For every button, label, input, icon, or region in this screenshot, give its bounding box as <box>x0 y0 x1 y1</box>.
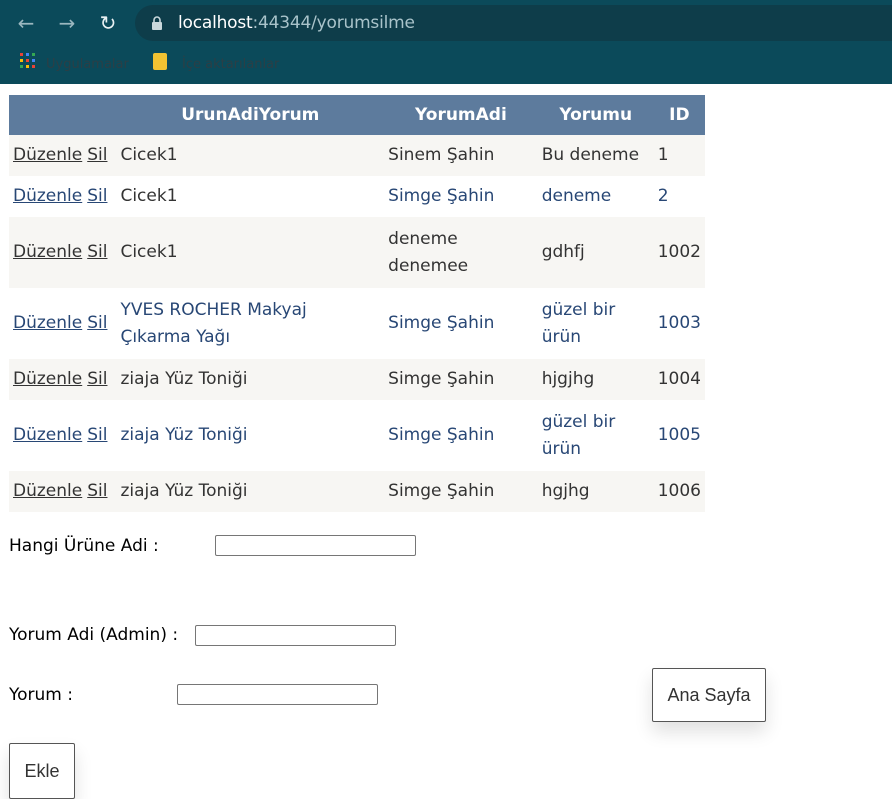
yorum-adi-input[interactable] <box>195 625 396 646</box>
edit-link[interactable]: Düzenle <box>13 481 82 501</box>
yorum-label: Yorum : <box>9 685 73 705</box>
url-path: :44344/yorumsilme <box>252 13 415 33</box>
browser-toolbar: ← → ↻ localhost:44344/yorumsilme <box>0 0 892 46</box>
table-row: Düzenle Sil YVES ROCHER Makyaj Çıkarma Ya… <box>9 288 705 359</box>
urun-label: Hangi Ürüne Adi : <box>9 536 159 556</box>
delete-link[interactable]: Sil <box>87 481 107 501</box>
table-row: Düzenle Sil Cicek1 Simge Şahin deneme 2 <box>9 176 705 217</box>
cell-urun: ziaja Yüz Toniği <box>120 369 248 389</box>
cell-yorumu: güzel bir ürün <box>541 299 616 347</box>
cell-yorum-adi: Simge Şahin <box>388 186 495 206</box>
header-yorumu: Yorumu <box>537 95 654 135</box>
cell-id: 1004 <box>657 369 701 389</box>
forward-arrow-icon[interactable]: → <box>54 10 80 36</box>
yorum-input[interactable] <box>177 684 378 705</box>
address-bar[interactable]: localhost:44344/yorumsilme <box>135 5 892 41</box>
cell-yorumu: güzel bir ürün <box>541 411 616 459</box>
header-urun-adi-yorum: UrunAdiYorum <box>116 95 385 135</box>
cell-yorum-adi: Simge Şahin <box>388 481 495 501</box>
header-yorum-adi: YorumAdi <box>384 95 538 135</box>
table-row: Düzenle Sil ziaja Yüz Toniği Simge Şahin … <box>9 400 705 471</box>
table-row: Düzenle Sil ziaja Yüz Toniği Simge Şahin … <box>9 359 705 400</box>
edit-link[interactable]: Düzenle <box>13 425 82 445</box>
ekle-button[interactable]: Ekle <box>9 743 75 799</box>
cell-urun: ziaja Yüz Toniği <box>120 481 248 501</box>
cell-urun: Cicek1 <box>120 186 178 206</box>
row-actions: Düzenle Sil <box>9 471 116 512</box>
table-row: Düzenle Sil Cicek1 Sinem Şahin Bu deneme … <box>9 135 705 176</box>
edit-link[interactable]: Düzenle <box>13 369 82 389</box>
urun-input[interactable] <box>215 535 416 556</box>
bookmark-apps[interactable]: Uygulamalar <box>46 54 129 76</box>
row-actions: Düzenle Sil <box>9 217 116 288</box>
cell-yorum-adi: deneme denemee <box>388 228 469 276</box>
table-header-row: UrunAdiYorum YorumAdi Yorumu ID <box>9 95 705 135</box>
cell-urun: Cicek1 <box>120 242 178 262</box>
cell-yorum-adi: Simge Şahin <box>388 313 495 333</box>
lock-icon <box>152 16 162 30</box>
cell-yorum-adi: Simge Şahin <box>388 369 495 389</box>
edit-link[interactable]: Düzenle <box>13 242 82 262</box>
comments-table: UrunAdiYorum YorumAdi Yorumu ID Düzenle S… <box>9 95 705 512</box>
cell-id: 1005 <box>657 425 701 445</box>
table-row: Düzenle Sil Cicek1 deneme denemee gdhfj 1… <box>9 217 705 288</box>
header-actions <box>9 95 117 135</box>
back-arrow-icon[interactable]: ← <box>13 10 39 36</box>
cell-yorumu: deneme <box>541 186 612 206</box>
apps-grid-icon <box>20 53 35 68</box>
cell-yorumu: hjgjhg <box>541 369 595 389</box>
url-text: localhost:44344/yorumsilme <box>178 5 415 41</box>
yorum-adi-label: Yorum Adi (Admin) : <box>9 625 179 645</box>
delete-link[interactable]: Sil <box>87 425 107 445</box>
cell-id: 1006 <box>657 481 701 501</box>
cell-yorumu: hgjhg <box>541 481 590 501</box>
table-row: Düzenle Sil ziaja Yüz Toniği Simge Şahin … <box>9 471 705 512</box>
reload-icon[interactable]: ↻ <box>95 10 121 36</box>
cell-urun: YVES ROCHER Makyaj Çıkarma Yağı <box>120 299 307 347</box>
ana-sayfa-button[interactable]: Ana Sayfa <box>652 668 766 722</box>
cell-id: 1002 <box>657 242 701 262</box>
url-host: localhost <box>178 13 253 33</box>
cell-id: 1003 <box>657 313 701 333</box>
cell-yorumu: Bu deneme <box>541 145 640 165</box>
header-id: ID <box>653 95 705 135</box>
row-actions: Düzenle Sil <box>9 135 116 176</box>
delete-link[interactable]: Sil <box>87 313 107 333</box>
delete-link[interactable]: Sil <box>87 186 107 206</box>
edit-link[interactable]: Düzenle <box>13 186 82 206</box>
delete-link[interactable]: Sil <box>87 145 107 165</box>
row-actions: Düzenle Sil <box>9 288 116 359</box>
delete-link[interactable]: Sil <box>87 242 107 262</box>
cell-urun: ziaja Yüz Toniği <box>120 425 248 445</box>
bookmark-imported[interactable]: İçe aktarılanlar <box>182 54 279 76</box>
cell-id: 2 <box>657 186 669 206</box>
edit-link[interactable]: Düzenle <box>13 313 82 333</box>
cell-id: 1 <box>657 145 669 165</box>
cell-yorumu: gdhfj <box>541 242 585 262</box>
delete-link[interactable]: Sil <box>87 369 107 389</box>
cell-urun: Cicek1 <box>120 145 178 165</box>
folder-icon <box>153 53 167 70</box>
cell-yorum-adi: Simge Şahin <box>388 425 495 445</box>
row-actions: Düzenle Sil <box>9 359 116 400</box>
row-actions: Düzenle Sil <box>9 176 116 217</box>
edit-link[interactable]: Düzenle <box>13 145 82 165</box>
cell-yorum-adi: Sinem Şahin <box>388 145 495 165</box>
bookmarks-bar: Uygulamalar İçe aktarılanlar <box>0 46 892 84</box>
row-actions: Düzenle Sil <box>9 400 116 471</box>
